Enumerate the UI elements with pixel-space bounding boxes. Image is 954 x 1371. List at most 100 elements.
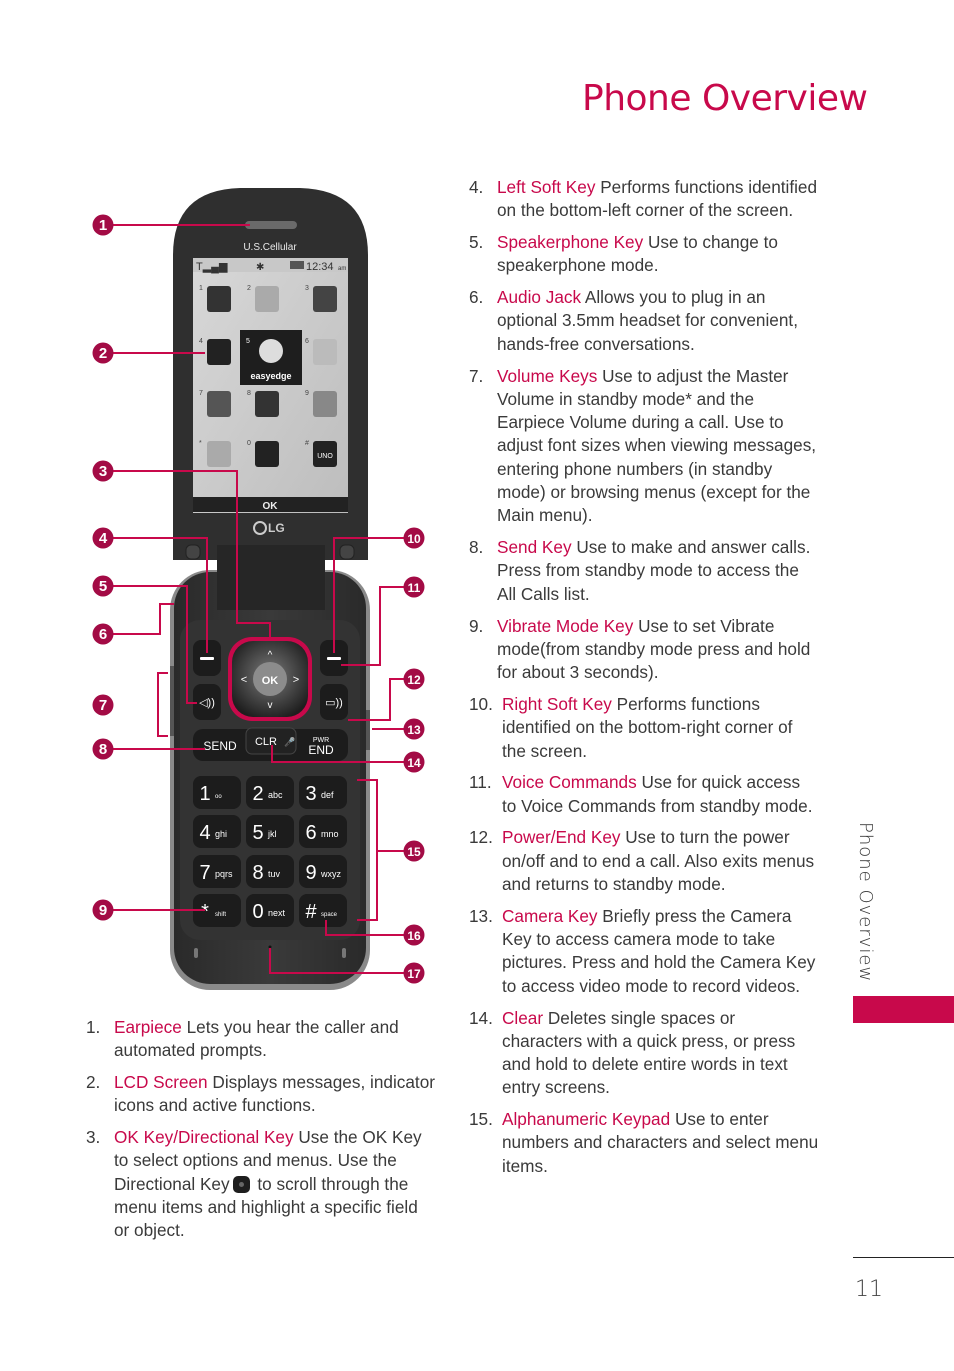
item-term: Camera Key: [502, 905, 598, 926]
send-key: SEND: [203, 739, 237, 753]
svg-text:16: 16: [407, 929, 421, 943]
voice-command-icon: ▭)): [325, 697, 343, 709]
page-number: 11: [855, 1277, 883, 1302]
svg-text:UNO: UNO: [317, 453, 333, 460]
menu-key-label: 5: [246, 338, 250, 345]
item-term: Alphanumeric Keypad: [502, 1109, 671, 1130]
clear-key: CLR: [255, 736, 277, 748]
item-term: Voice Commands: [502, 772, 637, 793]
footer-divider: [853, 1257, 954, 1258]
keypad-key-5: 5 jkl: [246, 815, 294, 848]
svg-text:3: 3: [305, 783, 316, 805]
list-item: 1. Earpiece Lets you hear the caller and…: [86, 1017, 399, 1061]
svg-text:8: 8: [252, 862, 263, 884]
description-list-left: 1. Earpiece Lets you hear the caller and…: [86, 1016, 436, 1251]
callout-4: 4: [92, 527, 114, 549]
callout-7: 7: [92, 694, 114, 716]
list-item: 11. Voice Commands Use for quick access t…: [469, 772, 813, 816]
carrier-logo: U.S.Cellular: [243, 242, 297, 253]
bluetooth-off-icon: ✱: [256, 262, 264, 273]
phone-flip: U.S.Cellular T▂▄▆ ✱ 12:34 am 1 2 3 4 5 easyed…: [173, 188, 368, 560]
music-icon: [207, 441, 231, 467]
status-ampm: am: [338, 266, 346, 272]
item-term: Vibrate Mode Key: [497, 615, 634, 636]
svg-text:shift: shift: [215, 912, 226, 918]
svg-text:abc: abc: [268, 790, 283, 800]
callout-1: 1: [92, 214, 114, 236]
item-term: Earpiece: [114, 1017, 182, 1037]
item-term: Volume Keys: [497, 365, 598, 386]
callout-12: 12: [403, 668, 425, 690]
list-item: 13. Camera Key Briefly press the Camera K…: [469, 905, 816, 996]
keypad-key-7: 7 pqrs: [193, 855, 241, 888]
menu-key-label: *: [199, 440, 202, 447]
item-term: Left Soft Key: [497, 177, 596, 197]
svg-text:#: #: [305, 901, 317, 923]
svg-text:mno: mno: [321, 829, 339, 839]
svg-text:11: 11: [408, 581, 421, 595]
item-term: Audio Jack: [497, 287, 582, 308]
svg-text:space: space: [321, 912, 338, 918]
svg-text:2: 2: [99, 345, 107, 362]
keypad-key-6: 6 mno: [299, 815, 347, 848]
status-time: 12:34: [306, 261, 334, 273]
item-term: LCD Screen: [114, 1072, 208, 1093]
softkey-label: OK: [263, 501, 279, 512]
svg-text:12: 12: [407, 673, 421, 687]
settings-gear-icon: [313, 391, 337, 417]
description-list-right: 4. Left Soft Key Performs functions ident…: [469, 176, 819, 1187]
brand-logo: LG: [268, 521, 285, 535]
calendar-icon: [313, 339, 337, 365]
list-item: 12. Power/End Key Use to turn the power o…: [469, 827, 815, 895]
svg-text:3: 3: [99, 463, 107, 480]
keypad-key-9: 9 wxyz: [299, 855, 347, 888]
list-item: 10. Right Soft Key Performs functions ide…: [469, 693, 793, 761]
item-term: Power/End Key: [502, 827, 621, 848]
svg-text:14: 14: [407, 756, 421, 770]
signal-icon: T▂▄▆: [196, 261, 228, 274]
menu-key-label: 6: [305, 338, 309, 345]
svg-text:ghi: ghi: [215, 829, 227, 839]
svg-text:1: 1: [99, 217, 107, 234]
callout-2: 2: [92, 342, 114, 364]
svg-text:7: 7: [199, 862, 210, 884]
keypad-key-8: 8 tuv: [246, 855, 294, 888]
menu-key-label: #: [305, 440, 309, 447]
callout-15: 15: [403, 840, 425, 862]
menu-key-label: 9: [305, 390, 309, 397]
svg-text:7: 7: [99, 697, 107, 714]
keypad-key-1: 1 oo: [193, 776, 241, 809]
item-term: OK Key/Directional Key: [114, 1127, 294, 1148]
svg-text:pqrs: pqrs: [215, 869, 233, 879]
callout-6: 6: [92, 623, 114, 645]
menu-key-label: 4: [199, 338, 203, 345]
keypad-key-4: 4 ghi: [193, 815, 241, 848]
item-term: Send Key: [497, 537, 572, 558]
svg-text:<: <: [241, 674, 247, 686]
mic-icon: 🎤: [284, 736, 295, 747]
callout-14: 14: [403, 751, 425, 773]
menu-key-label: 3: [305, 285, 309, 292]
end-key: END: [308, 743, 334, 757]
recent-calls-icon: [313, 286, 337, 312]
item-term: Right Soft Key: [502, 693, 612, 714]
tools-icon: [255, 391, 279, 417]
svg-text:5: 5: [252, 822, 263, 844]
callout-3: 3: [92, 460, 114, 482]
section-side-label: Phone Overview: [855, 822, 876, 983]
menu-key-label: 7: [199, 390, 203, 397]
svg-text:13: 13: [407, 723, 421, 737]
item-term: Speakerphone Key: [497, 232, 644, 253]
menu-key-label: 2: [247, 285, 251, 292]
svg-text:9: 9: [305, 862, 316, 884]
speaker-icon: ◁)): [199, 697, 215, 709]
directional-key-icon: [232, 1175, 250, 1193]
svg-text:*: *: [201, 901, 209, 923]
battery-icon: [290, 261, 304, 269]
keypad-key-hash: # space: [299, 894, 347, 927]
svg-text:4: 4: [99, 530, 108, 547]
callout-13: 13: [403, 718, 425, 740]
svg-text:8: 8: [99, 741, 107, 758]
bluetooth-icon: [255, 441, 279, 467]
list-item: 15. Alphanumeric Keypad Use to enter numb…: [469, 1109, 819, 1176]
